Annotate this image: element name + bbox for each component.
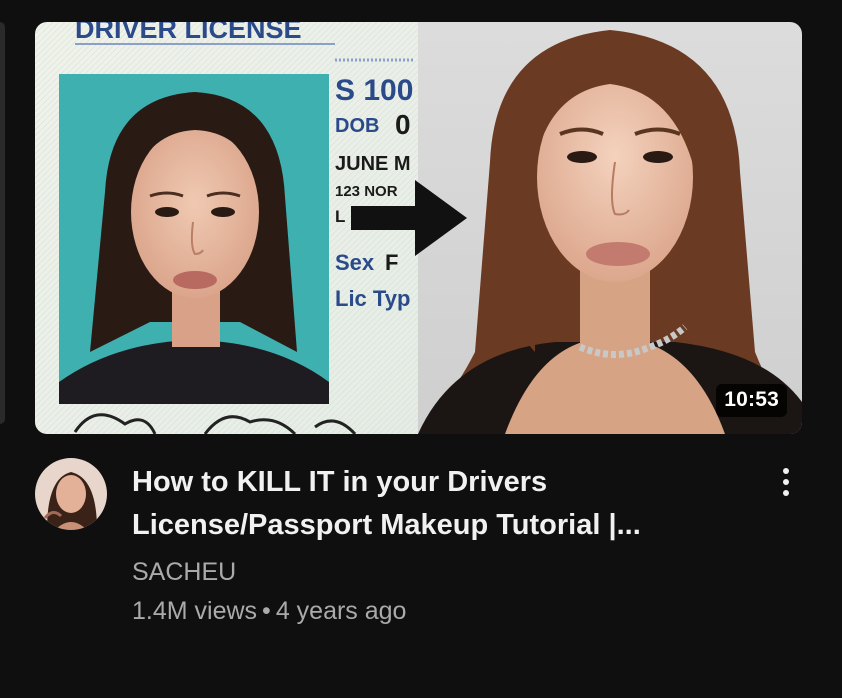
sex-label: Sex: [335, 250, 375, 275]
channel-name[interactable]: SACHEU: [132, 558, 236, 587]
dob-label: DOB: [335, 115, 379, 137]
more-vert-icon[interactable]: [770, 462, 802, 502]
meta-separator: •: [262, 597, 271, 625]
license-number: S 100: [335, 74, 413, 107]
video-title[interactable]: How to KILL IT in your Drivers License/P…: [132, 461, 732, 547]
channel-avatar[interactable]: [35, 458, 107, 530]
video-metadata: 1.4M views • 4 years ago: [132, 597, 406, 626]
video-thumbnail[interactable]: DRIVER LICENSE S 100 DOB 0 JUNE M 123 NO…: [35, 22, 802, 434]
license-header: DRIVER LICENSE: [75, 22, 302, 44]
license-line: L: [335, 207, 345, 226]
lic-type-label: Lic Typ: [335, 286, 410, 311]
upload-age: 4 years ago: [275, 597, 407, 625]
dob-value: 0: [395, 109, 411, 140]
duration-badge: 10:53: [716, 384, 787, 417]
view-count: 1.4M views: [132, 597, 258, 625]
license-address: 123 NOR: [335, 183, 398, 200]
sex-value: F: [385, 250, 398, 275]
previous-card-edge: [0, 22, 5, 424]
thumbnail-image: DRIVER LICENSE S 100 DOB 0 JUNE M 123 NO…: [35, 22, 802, 434]
license-month: JUNE M: [335, 153, 411, 175]
